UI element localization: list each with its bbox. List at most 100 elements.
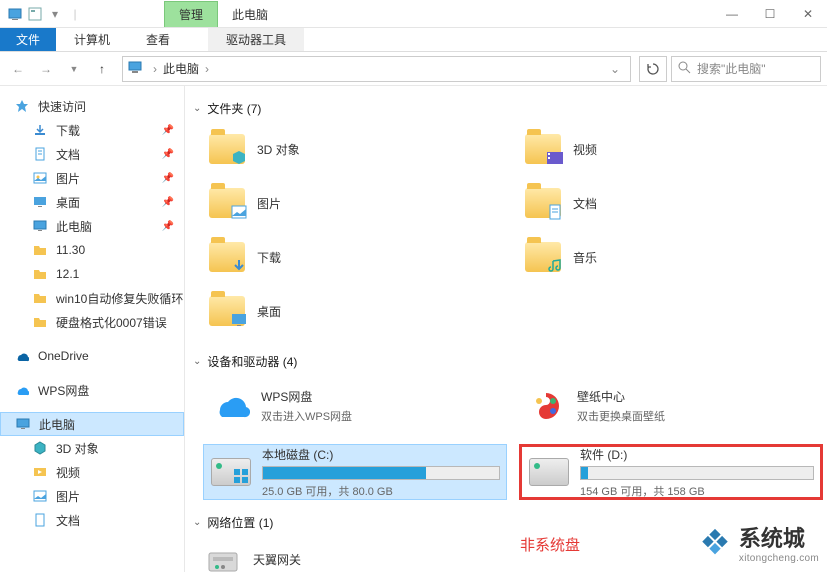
sidebar-item-documents2[interactable]: 文档 bbox=[0, 508, 184, 532]
chevron-right-icon[interactable]: › bbox=[203, 62, 211, 76]
sidebar-item-label: 下载 bbox=[56, 122, 80, 139]
folder-label: 视频 bbox=[573, 141, 597, 158]
sidebar-item-pictures[interactable]: 图片 📌 bbox=[0, 166, 184, 190]
recent-dropdown[interactable]: ▼ bbox=[62, 57, 86, 81]
folder-label: 文档 bbox=[573, 195, 597, 212]
drive-local-c[interactable]: 本地磁盘 (C:) 25.0 GB 可用，共 80.0 GB bbox=[203, 444, 507, 500]
chevron-down-icon: ⌄ bbox=[193, 517, 201, 528]
folder-icon bbox=[523, 237, 563, 277]
folder-label: 3D 对象 bbox=[257, 141, 300, 158]
sidebar-item-label: WPS网盘 bbox=[38, 382, 89, 399]
folders-grid: 3D 对象 视频 图片 文档 下载 音乐 bbox=[203, 125, 823, 335]
breadcrumb-this-pc[interactable]: 此电脑 bbox=[159, 60, 203, 77]
chevron-right-icon[interactable]: › bbox=[151, 62, 159, 76]
contextual-tabs: 管理 此电脑 bbox=[164, 0, 282, 27]
sidebar-item-label: 图片 bbox=[56, 488, 80, 505]
sidebar-item-label: 图片 bbox=[56, 170, 80, 187]
sidebar-item-pictures2[interactable]: 图片 bbox=[0, 484, 184, 508]
document-icon bbox=[32, 512, 48, 528]
search-input[interactable]: 搜索"此电脑" bbox=[671, 56, 821, 82]
sidebar-item-label: 文档 bbox=[56, 512, 80, 529]
qat-dropdown-icon[interactable]: ▾ bbox=[46, 5, 64, 23]
folder-pictures[interactable]: 图片 bbox=[203, 179, 507, 227]
folder-documents[interactable]: 文档 bbox=[519, 179, 823, 227]
folder-video[interactable]: 视频 bbox=[519, 125, 823, 173]
sidebar-item-folder-win10[interactable]: win10自动修复失败循环 bbox=[0, 286, 184, 310]
folder-downloads[interactable]: 下载 bbox=[203, 233, 507, 281]
app-icon bbox=[6, 5, 24, 23]
hdd-icon bbox=[210, 451, 252, 493]
sidebar-item-folder-hdd[interactable]: 硬盘格式化0007错误 bbox=[0, 310, 184, 334]
folder-icon bbox=[523, 129, 563, 169]
network-label: 天翼网关 bbox=[253, 551, 301, 568]
titlebar: ▾ | 管理 此电脑 ― ☐ ✕ bbox=[0, 0, 827, 28]
sidebar-item-downloads[interactable]: 下载 📌 bbox=[0, 118, 184, 142]
video-icon bbox=[32, 464, 48, 480]
folder-3d-objects[interactable]: 3D 对象 bbox=[203, 125, 507, 173]
sidebar-wps[interactable]: WPS网盘 bbox=[0, 378, 184, 402]
drive-software-d[interactable]: 软件 (D:) 154 GB 可用，共 158 GB bbox=[519, 444, 823, 500]
sidebar-item-label: 文档 bbox=[56, 146, 80, 163]
folder-label: 下载 bbox=[257, 249, 281, 266]
drive-tools-tab[interactable]: 驱动器工具 bbox=[208, 28, 304, 51]
sidebar-item-documents[interactable]: 文档 📌 bbox=[0, 142, 184, 166]
drive-wps-cloud[interactable]: WPS网盘 双击进入WPS网盘 bbox=[203, 378, 507, 434]
star-icon bbox=[14, 98, 30, 114]
chevron-down-icon: ⌄ bbox=[193, 356, 201, 367]
sidebar-item-folder-121[interactable]: 12.1 bbox=[0, 262, 184, 286]
group-folders-header[interactable]: ⌄ 文件夹 (7) bbox=[193, 100, 823, 117]
sidebar-onedrive[interactable]: OneDrive bbox=[0, 344, 184, 368]
chevron-down-icon: ⌄ bbox=[193, 103, 201, 114]
folder-icon bbox=[523, 183, 563, 223]
sidebar-quick-access[interactable]: 快速访问 bbox=[0, 94, 184, 118]
folder-icon bbox=[207, 183, 247, 223]
drive-usage-text: 25.0 GB 可用，共 80.0 GB bbox=[262, 483, 500, 499]
back-button[interactable]: ← bbox=[6, 57, 30, 81]
pc-icon bbox=[32, 218, 48, 234]
desktop-icon bbox=[32, 194, 48, 210]
group-drives-header[interactable]: ⌄ 设备和驱动器 (4) bbox=[193, 353, 823, 370]
qat-properties-icon[interactable] bbox=[26, 5, 44, 23]
drives-grid: WPS网盘 双击进入WPS网盘 壁纸中心 双击更换桌面壁纸 本地磁盘 (C:) … bbox=[203, 378, 823, 500]
drive-wallpaper-center[interactable]: 壁纸中心 双击更换桌面壁纸 bbox=[519, 378, 823, 434]
sidebar-item-3dobjects[interactable]: 3D 对象 bbox=[0, 436, 184, 460]
search-placeholder: 搜索"此电脑" bbox=[697, 60, 766, 77]
sidebar-item-folder-1130[interactable]: 11.30 bbox=[0, 238, 184, 262]
computer-tab[interactable]: 计算机 bbox=[56, 28, 128, 51]
sidebar-item-label: win10自动修复失败循环 bbox=[56, 290, 183, 307]
pc-icon bbox=[127, 60, 145, 78]
refresh-button[interactable] bbox=[639, 56, 667, 82]
sidebar-item-this-pc[interactable]: 此电脑 📌 bbox=[0, 214, 184, 238]
folder-icon bbox=[32, 290, 48, 306]
watermark-url: xitongcheng.com bbox=[739, 553, 819, 564]
group-label: 设备和驱动器 (4) bbox=[207, 353, 297, 370]
minimize-button[interactable]: ― bbox=[713, 2, 751, 26]
folder-label: 音乐 bbox=[573, 249, 597, 266]
drive-title: 本地磁盘 (C:) bbox=[262, 446, 500, 463]
close-button[interactable]: ✕ bbox=[789, 2, 827, 26]
folder-icon bbox=[32, 242, 48, 258]
document-icon bbox=[32, 146, 48, 162]
sidebar-item-label: 11.30 bbox=[56, 243, 85, 257]
file-tab[interactable]: 文件 bbox=[0, 28, 56, 51]
folder-music[interactable]: 音乐 bbox=[519, 233, 823, 281]
main-content: ⌄ 文件夹 (7) 3D 对象 视频 图片 文档 下载 bbox=[185, 86, 827, 572]
sidebar-item-label: 桌面 bbox=[56, 194, 80, 211]
manage-context-tab[interactable]: 管理 bbox=[164, 1, 218, 27]
view-tab[interactable]: 查看 bbox=[128, 28, 188, 51]
sidebar-item-desktop[interactable]: 桌面 📌 bbox=[0, 190, 184, 214]
forward-button[interactable]: → bbox=[34, 57, 58, 81]
folder-label: 桌面 bbox=[257, 303, 281, 320]
sidebar-item-label: OneDrive bbox=[38, 349, 89, 363]
folder-desktop[interactable]: 桌面 bbox=[203, 287, 507, 335]
router-icon bbox=[203, 539, 243, 572]
sidebar-item-label: 此电脑 bbox=[39, 416, 75, 433]
up-button[interactable]: ↑ bbox=[90, 57, 114, 81]
onedrive-icon bbox=[14, 348, 30, 364]
address-dropdown[interactable]: ⌄ bbox=[604, 62, 626, 76]
maximize-button[interactable]: ☐ bbox=[751, 2, 789, 26]
sidebar-this-pc-main[interactable]: 此电脑 bbox=[0, 412, 184, 436]
address-bar[interactable]: › 此电脑 › ⌄ bbox=[122, 56, 631, 82]
sidebar-item-video[interactable]: 视频 bbox=[0, 460, 184, 484]
pin-icon: 📌 bbox=[162, 149, 174, 160]
